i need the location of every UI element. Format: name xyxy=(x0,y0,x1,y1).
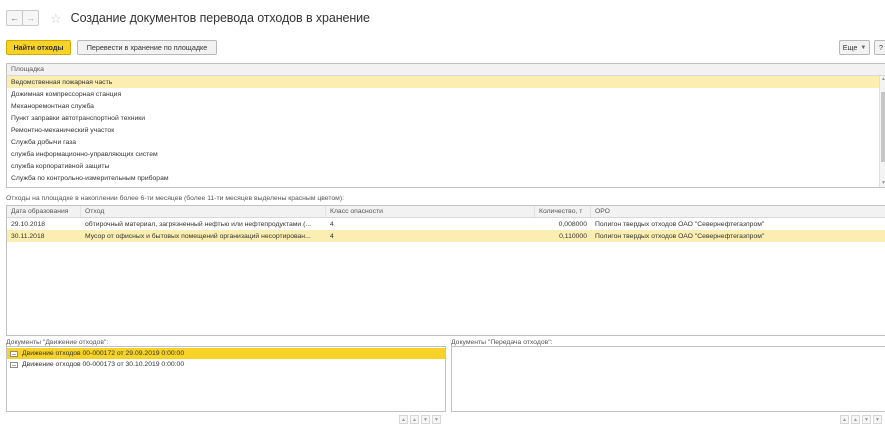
arrow-right-icon: → xyxy=(26,13,35,23)
last-page-icon[interactable]: ▼ xyxy=(432,415,441,424)
document-icon xyxy=(10,361,18,368)
movement-doc-item[interactable]: Движение отходов 00-000173 от 30.10.2019… xyxy=(7,359,445,370)
back-button[interactable]: ← xyxy=(6,10,23,26)
sites-table-body: Ведомственная пожарная часть Дожимная ком… xyxy=(7,76,885,184)
column-header-hazard[interactable]: Класс опасности xyxy=(326,206,535,217)
waste-date: 29.10.2018 xyxy=(11,220,46,228)
waste-name: обтирочный материал, загрязненный нефтью… xyxy=(85,220,312,228)
site-name: Служба по контрольно-измерительным прибо… xyxy=(11,174,169,182)
scroll-thumb[interactable] xyxy=(881,92,885,162)
movement-doc-title: Движение отходов 00-000173 от 30.10.2019… xyxy=(22,361,185,368)
more-button[interactable]: Еще ▼ xyxy=(839,40,870,55)
star-icon[interactable]: ☆ xyxy=(50,12,62,25)
next-page-icon[interactable]: ▼ xyxy=(862,415,871,424)
next-page-icon[interactable]: ▼ xyxy=(421,415,430,424)
first-page-icon[interactable]: ▲ xyxy=(840,415,849,424)
movement-docs-label: Документы "Движение отходов": xyxy=(6,339,109,346)
last-page-icon[interactable]: ▼ xyxy=(873,415,882,424)
sites-row[interactable]: Механоремонтная служба xyxy=(7,100,879,112)
column-header-site[interactable]: Площадка xyxy=(7,64,885,75)
transfer-docs-label: Документы "Передача отходов": xyxy=(451,339,553,346)
chevron-down-icon: ▼ xyxy=(860,44,867,51)
site-name: Дожимная компрессорная станция xyxy=(11,90,122,98)
waste-row[interactable]: 30.11.2018 Мусор от офисных и бытовых пом… xyxy=(7,230,885,242)
find-waste-button[interactable]: Найти отходы xyxy=(6,40,71,55)
waste-hazard-class: 4 xyxy=(330,220,334,228)
sites-row[interactable]: Служба добычи газа xyxy=(7,136,879,148)
help-button[interactable]: ? xyxy=(874,40,885,55)
sites-table-header: Площадка xyxy=(7,64,885,76)
page-title: Создание документов перевода отходов в х… xyxy=(70,11,370,25)
waste-table[interactable]: Дата образования Отход Класс опасности К… xyxy=(6,205,885,336)
document-icon xyxy=(10,350,18,357)
waste-hazard-class: 4 xyxy=(330,232,334,240)
waste-table-header: Дата образования Отход Класс опасности К… xyxy=(7,206,885,218)
header: ← → ☆ Создание документов перевода отход… xyxy=(6,8,885,28)
movement-doc-item[interactable]: Движение отходов 00-000172 от 29.09.2019… xyxy=(7,348,445,359)
waste-section-label: Отходы на площадке в накоплении более 6-… xyxy=(6,195,344,202)
movement-docs-pager: ▲ ▲ ▼ ▼ xyxy=(399,415,441,425)
site-name: служба информационно-управляющих систем xyxy=(11,150,158,158)
waste-name: Мусор от офисных и бытовых помещений орг… xyxy=(85,232,311,240)
sites-table[interactable]: Площадка Ведомственная пожарная часть Дож… xyxy=(6,63,885,188)
site-name: служба корпоративной защиты xyxy=(11,162,110,170)
scroll-up-icon[interactable]: ▲ xyxy=(880,76,885,83)
sites-scrollbar[interactable]: ▲ ▼ xyxy=(879,76,885,187)
site-name: Служба добычи газа xyxy=(11,138,77,146)
forward-button[interactable]: → xyxy=(22,10,39,26)
transfer-docs-list[interactable] xyxy=(451,346,885,412)
more-label: Еще xyxy=(842,43,858,52)
waste-oro: Полигон твердых отходов ОАО "Севернефтег… xyxy=(595,220,765,228)
sites-row[interactable]: Ведомственная пожарная часть xyxy=(7,76,879,88)
waste-row[interactable]: 29.10.2018 обтирочный материал, загрязнен… xyxy=(7,218,885,230)
site-name: Механоремонтная служба xyxy=(11,102,94,110)
sites-row[interactable]: служба корпоративной защиты xyxy=(7,160,879,172)
arrow-left-icon: ← xyxy=(10,13,19,23)
prev-page-icon[interactable]: ▲ xyxy=(410,415,419,424)
first-page-icon[interactable]: ▲ xyxy=(399,415,408,424)
sites-row[interactable]: Дожимная компрессорная станция xyxy=(7,88,879,100)
column-header-qty[interactable]: Количество, т xyxy=(535,206,591,217)
transfer-docs-pager: ▲ ▲ ▼ ▼ xyxy=(840,415,882,425)
column-header-oro[interactable]: ОРО xyxy=(591,206,885,217)
movement-docs-list[interactable]: Движение отходов 00-000172 от 29.09.2019… xyxy=(6,346,446,412)
column-header-waste[interactable]: Отход xyxy=(81,206,326,217)
movement-doc-title: Движение отходов 00-000172 от 29.09.2019… xyxy=(22,350,185,357)
transfer-to-storage-button[interactable]: Перевести в хранение по площадке xyxy=(77,40,217,55)
waste-table-body: 29.10.2018 обтирочный материал, загрязнен… xyxy=(7,218,885,242)
prev-page-icon[interactable]: ▲ xyxy=(851,415,860,424)
waste-date: 30.11.2018 xyxy=(11,232,45,240)
site-name: Пункт заправки автотранспортной техники xyxy=(11,114,146,122)
waste-quantity: 0,110000 xyxy=(559,232,587,240)
sites-row[interactable]: Ремонтно-механический участок xyxy=(7,124,879,136)
toolbar: Найти отходы Перевести в хранение по пло… xyxy=(6,40,885,56)
site-name: Ведомственная пожарная часть xyxy=(11,78,113,86)
scroll-down-icon[interactable]: ▼ xyxy=(880,180,885,187)
waste-quantity: 0,008000 xyxy=(558,220,587,228)
sites-row[interactable]: служба информационно-управляющих систем xyxy=(7,148,879,160)
movement-docs-body: Движение отходов 00-000172 от 29.09.2019… xyxy=(7,347,445,370)
sites-row[interactable]: Пункт заправки автотранспортной техники xyxy=(7,112,879,124)
column-header-date[interactable]: Дата образования xyxy=(7,206,81,217)
sites-row[interactable]: Служба по контрольно-измерительным прибо… xyxy=(7,172,879,184)
waste-oro: Полигон твердых отходов ОАО "Севернефтег… xyxy=(595,232,765,240)
site-name: Ремонтно-механический участок xyxy=(11,126,115,134)
